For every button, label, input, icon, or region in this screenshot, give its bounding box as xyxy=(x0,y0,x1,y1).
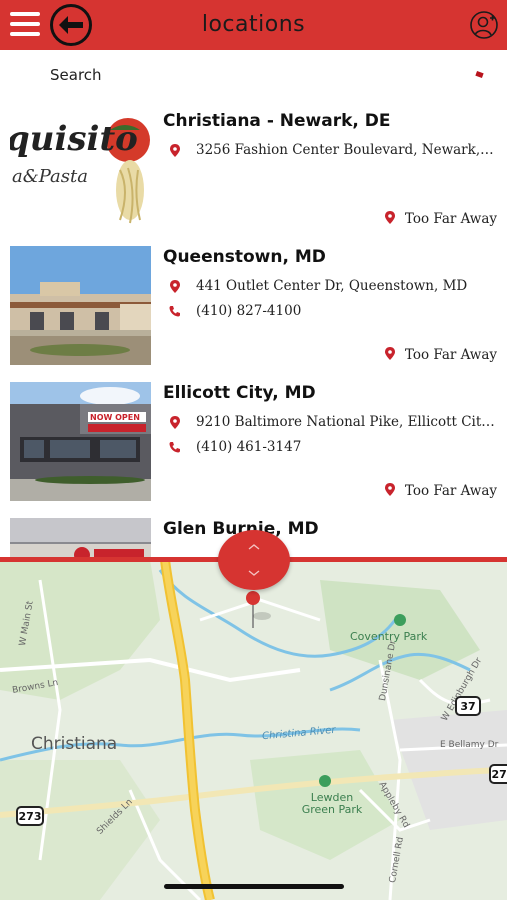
map-canvas[interactable] xyxy=(0,560,507,900)
phone-row[interactable]: (410) 827-4100 xyxy=(168,301,496,321)
distance-status: Too Far Away xyxy=(384,346,497,364)
expand-collapse-toggle[interactable] xyxy=(218,530,290,590)
svg-text:quisito: quisito xyxy=(10,119,138,159)
locations-list[interactable]: quisito a&Pasta Christiana - Newark, DE … xyxy=(0,100,507,560)
map-label-christiana: Christiana xyxy=(31,734,118,754)
address-row[interactable]: 3256 Fashion Center Boulevard, Newark, D… xyxy=(168,140,496,160)
user-add-icon[interactable] xyxy=(469,10,499,40)
phone-row[interactable]: (410) 461-3147 xyxy=(168,437,496,457)
svg-text:a&Pasta: a&Pasta xyxy=(12,166,88,187)
map-pin-icon xyxy=(384,210,395,228)
location-address: 9210 Baltimore National Pike, Ellicott C… xyxy=(196,414,496,430)
list-item[interactable]: Queenstown, MD 441 Outlet Center Dr, Que… xyxy=(0,236,507,372)
route-273-shield: 273 xyxy=(489,764,507,784)
location-thumbnail xyxy=(10,518,151,560)
location-thumbnail: quisito a&Pasta xyxy=(10,110,151,229)
route-37-shield: 37 xyxy=(455,696,481,716)
address-row[interactable]: 9210 Baltimore National Pike, Ellicott C… xyxy=(168,412,496,432)
list-item[interactable]: NOW OPEN Ellicott City, MD 9210 Baltimor… xyxy=(0,372,507,508)
home-indicator[interactable] xyxy=(164,884,344,889)
distance-label: Too Far Away xyxy=(404,211,497,227)
map-pin-icon xyxy=(168,143,182,157)
location-name: Ellicott City, MD xyxy=(163,383,316,403)
route-273-shield: 273 xyxy=(16,806,44,826)
location-phone: (410) 461-3147 xyxy=(196,439,302,455)
map-pin-icon xyxy=(384,346,395,364)
location-thumbnail xyxy=(10,246,151,365)
distance-label: Too Far Away xyxy=(404,483,497,499)
map-label-e-bellamy-dr: E Bellamy Dr xyxy=(440,740,499,750)
page-title: locations xyxy=(201,12,306,37)
map-view[interactable]: Christiana Coventry Park Lewden Green Pa… xyxy=(0,560,507,900)
chevron-up-down-icon xyxy=(248,544,260,576)
map-pin-icon xyxy=(168,415,182,429)
location-address: 441 Outlet Center Dr, Queenstown, MD xyxy=(196,278,468,294)
location-address: 3256 Fashion Center Boulevard, Newark, D… xyxy=(196,142,496,158)
map-pin-icon xyxy=(384,482,395,500)
address-row[interactable]: 441 Outlet Center Dr, Queenstown, MD xyxy=(168,276,496,296)
map-label-lewden-green-park: Lewden Green Park xyxy=(301,791,363,816)
list-item[interactable]: quisito a&Pasta Christiana - Newark, DE … xyxy=(0,100,507,236)
map-pin-icon xyxy=(168,279,182,293)
location-thumbnail: NOW OPEN xyxy=(10,382,151,501)
distance-status: Too Far Away xyxy=(384,210,497,228)
location-phone: (410) 827-4100 xyxy=(196,303,302,319)
app-header: locations xyxy=(0,0,507,50)
search-input[interactable]: Search xyxy=(50,66,102,84)
phone-icon xyxy=(168,304,182,318)
distance-status: Too Far Away xyxy=(384,482,497,500)
search-bar[interactable]: Search xyxy=(0,50,507,100)
phone-icon xyxy=(168,440,182,454)
distance-label: Too Far Away xyxy=(404,347,497,363)
svg-text:NOW OPEN: NOW OPEN xyxy=(90,413,140,422)
location-name: Queenstown, MD xyxy=(163,247,326,267)
location-name: Christiana - Newark, DE xyxy=(163,111,391,131)
